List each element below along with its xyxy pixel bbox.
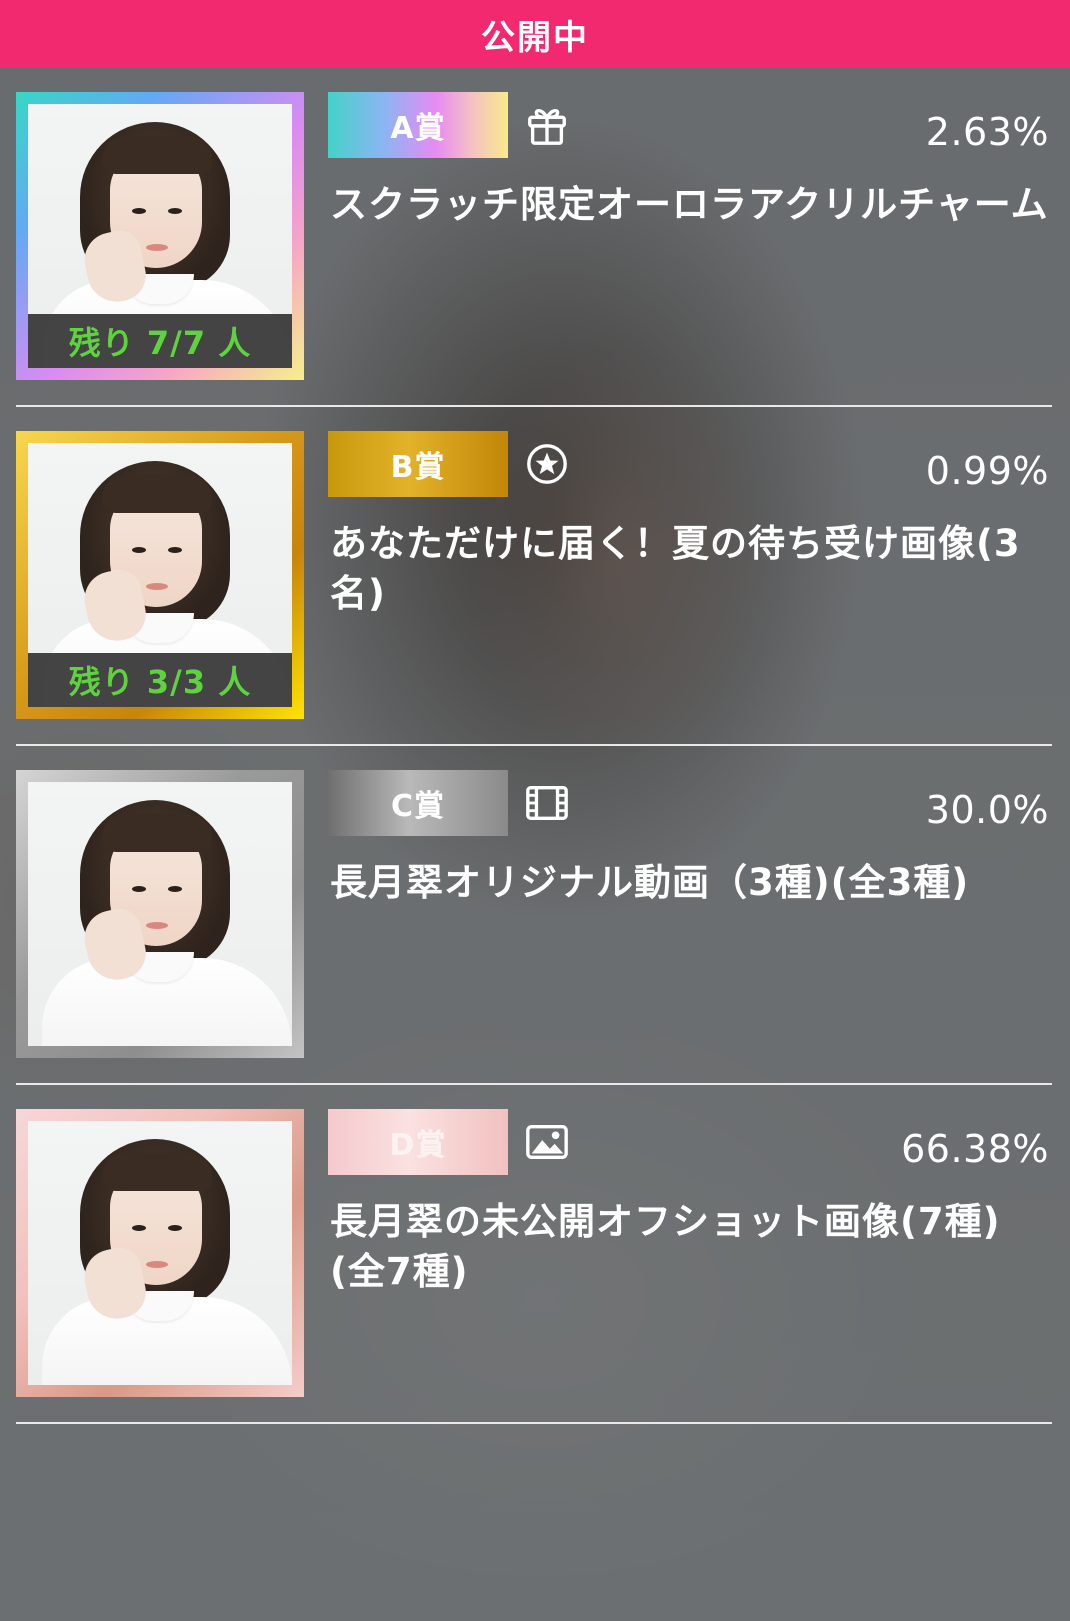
- status-header-title: 公開中: [481, 17, 589, 58]
- remaining-count: 残り 7/7 人: [28, 314, 292, 368]
- status-header: 公開中: [0, 0, 1070, 68]
- remaining-count: 残り 3/3 人: [28, 653, 292, 707]
- prize-thumbnail-frame: [16, 1109, 304, 1397]
- star-circle-icon: [527, 444, 567, 484]
- prize-name: 長月翠の未公開オフショット画像(7種)(全7種): [330, 1200, 1001, 1293]
- prize-thumbnail-frame: [16, 770, 304, 1058]
- prize-thumbnail-frame: 残り 7/7 人: [16, 92, 304, 380]
- divider: [16, 1422, 1052, 1424]
- image-icon: [526, 1124, 568, 1160]
- rank-badge: D賞: [328, 1109, 508, 1175]
- film-icon: [526, 785, 568, 821]
- win-rate: 0.99%: [925, 449, 1049, 493]
- win-rate: 66.38%: [901, 1127, 1049, 1171]
- prize-row-b[interactable]: 残り 3/3 人 B賞 0.99% あなただけに届く！夏の待ち受け画像(3名): [0, 407, 1070, 746]
- prize-thumbnail: 残り 7/7 人: [28, 104, 292, 368]
- prize-row-a[interactable]: 残り 7/7 人 A賞 2.63% スクラッチ限定オーロラアクリルチャーム: [0, 68, 1070, 407]
- prize-thumbnail: 残り 3/3 人: [28, 443, 292, 707]
- prize-list-page: 公開中 残り 7/7 人 A賞 2.63% スクラッチ限定オーロラアクリルチャー…: [0, 0, 1070, 1621]
- prize-thumbnail: [28, 782, 292, 1046]
- prize-thumbnail-frame: 残り 3/3 人: [16, 431, 304, 719]
- gift-icon: [528, 108, 566, 145]
- prize-row-c[interactable]: C賞 30.0% 長月翠オリジナル動画（3種)(全3種): [0, 746, 1070, 1085]
- prize-name: 長月翠オリジナル動画（3種)(全3種): [330, 861, 970, 904]
- prize-name: あなただけに届く！夏の待ち受け画像(3名): [330, 522, 1021, 615]
- rank-badge: C賞: [328, 770, 508, 836]
- prize-list: 残り 7/7 人 A賞 2.63% スクラッチ限定オーロラアクリルチャーム 残り…: [0, 68, 1070, 1424]
- prize-row-d[interactable]: D賞 66.38% 長月翠の未公開オフショット画像(7種)(全7種): [0, 1085, 1070, 1424]
- rank-badge: A賞: [328, 92, 508, 158]
- win-rate: 30.0%: [925, 788, 1049, 832]
- prize-thumbnail: [28, 1121, 292, 1385]
- win-rate: 2.63%: [925, 110, 1049, 154]
- rank-badge: B賞: [328, 431, 508, 497]
- prize-name: スクラッチ限定オーロラアクリルチャーム: [330, 183, 1049, 226]
